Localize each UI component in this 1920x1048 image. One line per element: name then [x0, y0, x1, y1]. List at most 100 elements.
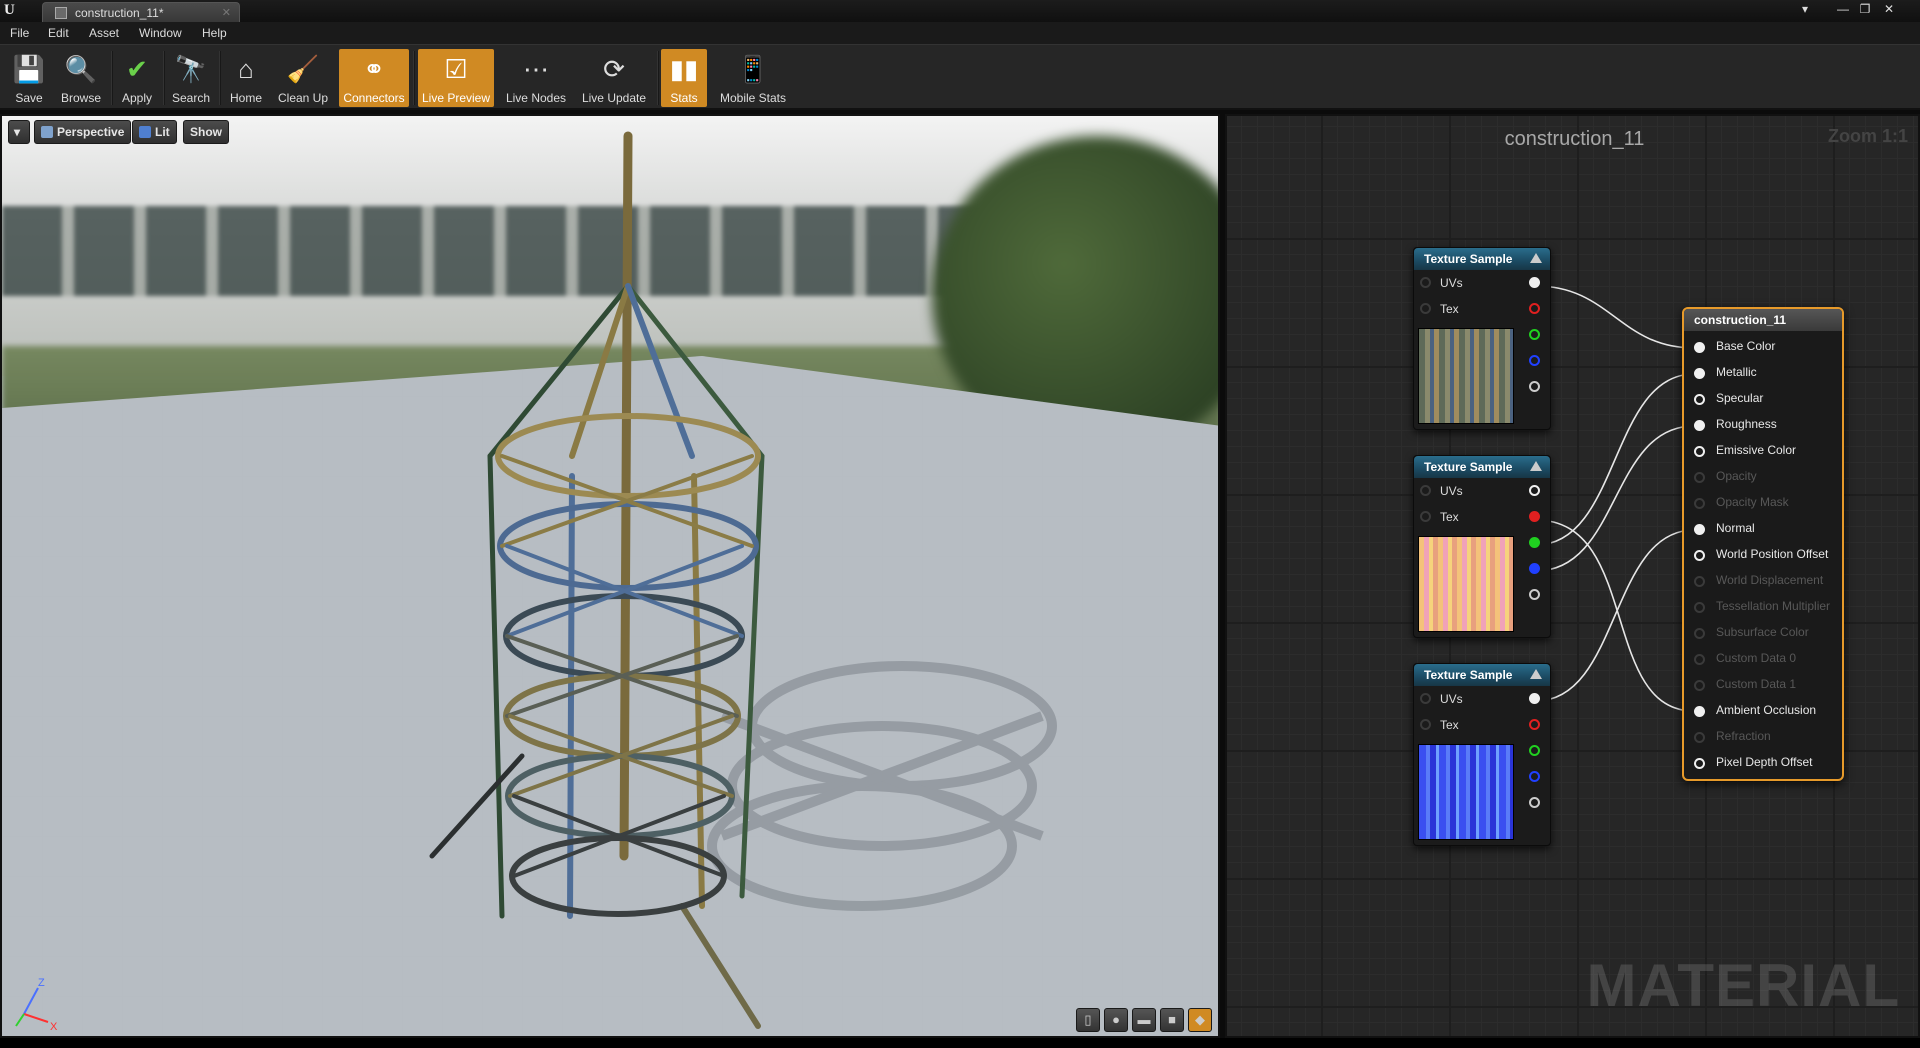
- perspective-button[interactable]: Perspective: [34, 120, 132, 144]
- material-input-metallic[interactable]: Metallic: [1684, 365, 1757, 383]
- show-button[interactable]: Show: [183, 120, 229, 144]
- input-pin-icon[interactable]: [1694, 654, 1705, 665]
- input-pin-icon[interactable]: [1694, 394, 1705, 405]
- pin-icon[interactable]: [1420, 511, 1431, 522]
- a-output-pin[interactable]: [1529, 797, 1540, 808]
- preview-plane-icon[interactable]: ▬: [1132, 1008, 1156, 1032]
- pin-icon[interactable]: [1420, 719, 1431, 730]
- collapse-icon[interactable]: [1530, 669, 1542, 679]
- input-pin-icon[interactable]: [1694, 472, 1705, 483]
- input-pin-icon[interactable]: [1694, 628, 1705, 639]
- menu-edit[interactable]: Edit: [48, 26, 69, 40]
- uvs-input[interactable]: UVs: [1414, 274, 1552, 292]
- rgb-output-pin[interactable]: [1529, 485, 1540, 496]
- rgb-output-pin[interactable]: [1529, 693, 1540, 704]
- texture-sample-node-2[interactable]: Texture Sample UVs Tex: [1413, 455, 1551, 638]
- material-input-ambient-occlusion[interactable]: Ambient Occlusion: [1684, 703, 1816, 721]
- collapse-icon[interactable]: [1530, 461, 1542, 471]
- menu-file[interactable]: File: [10, 26, 29, 40]
- clean-up-button[interactable]: 🧹 Clean Up: [272, 49, 334, 107]
- input-pin-icon[interactable]: [1694, 732, 1705, 743]
- material-input-tessellation-multiplier[interactable]: Tessellation Multiplier: [1684, 599, 1830, 617]
- close-button[interactable]: ✕: [1880, 1, 1898, 17]
- connectors-button[interactable]: ⚭ Connectors: [339, 49, 409, 107]
- stats-button[interactable]: ▮▮ Stats: [661, 49, 707, 107]
- b-output-pin[interactable]: [1529, 771, 1540, 782]
- r-output-pin[interactable]: [1529, 511, 1540, 522]
- live-nodes-button[interactable]: ⋯ Live Nodes: [500, 49, 572, 107]
- maximize-button[interactable]: ❐: [1856, 1, 1874, 17]
- material-result-node[interactable]: construction_11 Base Color Metallic Specul…: [1682, 307, 1844, 781]
- search-button[interactable]: 🔭 Search: [168, 49, 214, 107]
- material-input-specular[interactable]: Specular: [1684, 391, 1763, 409]
- r-output-pin[interactable]: [1529, 719, 1540, 730]
- preview-cylinder-icon[interactable]: ▯: [1076, 1008, 1100, 1032]
- input-pin-icon[interactable]: [1694, 550, 1705, 561]
- input-pin-icon[interactable]: [1694, 342, 1705, 353]
- input-pin-icon[interactable]: [1694, 576, 1705, 587]
- input-pin-icon[interactable]: [1694, 680, 1705, 691]
- viewport-options-dropdown[interactable]: ▾: [8, 120, 30, 144]
- input-pin-icon[interactable]: [1694, 524, 1705, 535]
- r-output-pin[interactable]: [1529, 303, 1540, 314]
- material-input-normal[interactable]: Normal: [1684, 521, 1755, 539]
- material-input-pixel-depth-offset[interactable]: Pixel Depth Offset: [1684, 755, 1813, 773]
- menu-help[interactable]: Help: [202, 26, 227, 40]
- g-output-pin[interactable]: [1529, 537, 1540, 548]
- document-tab[interactable]: construction_11* ✕: [42, 2, 240, 22]
- tab-close-icon[interactable]: ✕: [222, 6, 231, 19]
- input-pin-icon[interactable]: [1694, 706, 1705, 717]
- g-output-pin[interactable]: [1529, 329, 1540, 340]
- material-input-world-displacement[interactable]: World Displacement: [1684, 573, 1823, 591]
- material-input-refraction[interactable]: Refraction: [1684, 729, 1771, 747]
- texture-sample-node-3[interactable]: Texture Sample UVs Tex: [1413, 663, 1551, 846]
- live-preview-button[interactable]: ☑ Live Preview: [418, 49, 494, 107]
- material-input-opacity-mask[interactable]: Opacity Mask: [1684, 495, 1789, 513]
- tex-input[interactable]: Tex: [1414, 716, 1552, 734]
- input-pin-icon[interactable]: [1694, 758, 1705, 769]
- preview-mesh-icon[interactable]: ◆: [1188, 1008, 1212, 1032]
- g-output-pin[interactable]: [1529, 745, 1540, 756]
- preview-cube-icon[interactable]: ■: [1160, 1008, 1184, 1032]
- rgb-output-pin[interactable]: [1529, 277, 1540, 288]
- apply-button[interactable]: ✔ Apply: [115, 49, 159, 107]
- live-update-button[interactable]: ⟳ Live Update: [576, 49, 652, 107]
- input-pin-icon[interactable]: [1694, 602, 1705, 613]
- browse-button[interactable]: 🔍 Browse: [56, 49, 106, 107]
- input-pin-icon[interactable]: [1694, 368, 1705, 379]
- input-pin-icon[interactable]: [1694, 498, 1705, 509]
- input-pin-icon[interactable]: [1694, 446, 1705, 457]
- b-output-pin[interactable]: [1529, 355, 1540, 366]
- tex-input[interactable]: Tex: [1414, 300, 1552, 318]
- material-input-emissive-color[interactable]: Emissive Color: [1684, 443, 1796, 461]
- pin-icon[interactable]: [1420, 303, 1431, 314]
- a-output-pin[interactable]: [1529, 589, 1540, 600]
- lit-button[interactable]: Lit: [132, 120, 177, 144]
- material-input-custom-data-1[interactable]: Custom Data 1: [1684, 677, 1796, 695]
- pin-icon[interactable]: [1420, 693, 1431, 704]
- input-pin-icon[interactable]: [1694, 420, 1705, 431]
- preview-viewport[interactable]: Z X ▾ Perspective Lit Show ▯ ● ▬ ■ ◆: [0, 114, 1220, 1038]
- b-output-pin[interactable]: [1529, 563, 1540, 574]
- pin-icon[interactable]: [1420, 277, 1431, 288]
- uvs-input[interactable]: UVs: [1414, 482, 1552, 500]
- material-input-base-color[interactable]: Base Color: [1684, 339, 1775, 357]
- a-output-pin[interactable]: [1529, 381, 1540, 392]
- uvs-input[interactable]: UVs: [1414, 690, 1552, 708]
- tex-input[interactable]: Tex: [1414, 508, 1552, 526]
- menu-asset[interactable]: Asset: [89, 26, 119, 40]
- save-button[interactable]: 💾 Save: [6, 49, 52, 107]
- collapse-icon[interactable]: [1530, 253, 1542, 263]
- menu-window[interactable]: Window: [139, 26, 182, 40]
- minimize-button[interactable]: —: [1834, 1, 1852, 17]
- material-input-custom-data-0[interactable]: Custom Data 0: [1684, 651, 1796, 669]
- preview-sphere-icon[interactable]: ●: [1104, 1008, 1128, 1032]
- material-input-world-position-offset[interactable]: World Position Offset: [1684, 547, 1828, 565]
- material-input-roughness[interactable]: Roughness: [1684, 417, 1777, 435]
- pin-icon[interactable]: [1420, 485, 1431, 496]
- material-input-subsurface-color[interactable]: Subsurface Color: [1684, 625, 1809, 643]
- window-menu-icon[interactable]: ▾: [1796, 1, 1814, 17]
- texture-sample-node-1[interactable]: Texture Sample UVs Tex: [1413, 247, 1551, 430]
- material-input-opacity[interactable]: Opacity: [1684, 469, 1757, 487]
- home-button[interactable]: ⌂ Home: [224, 49, 268, 107]
